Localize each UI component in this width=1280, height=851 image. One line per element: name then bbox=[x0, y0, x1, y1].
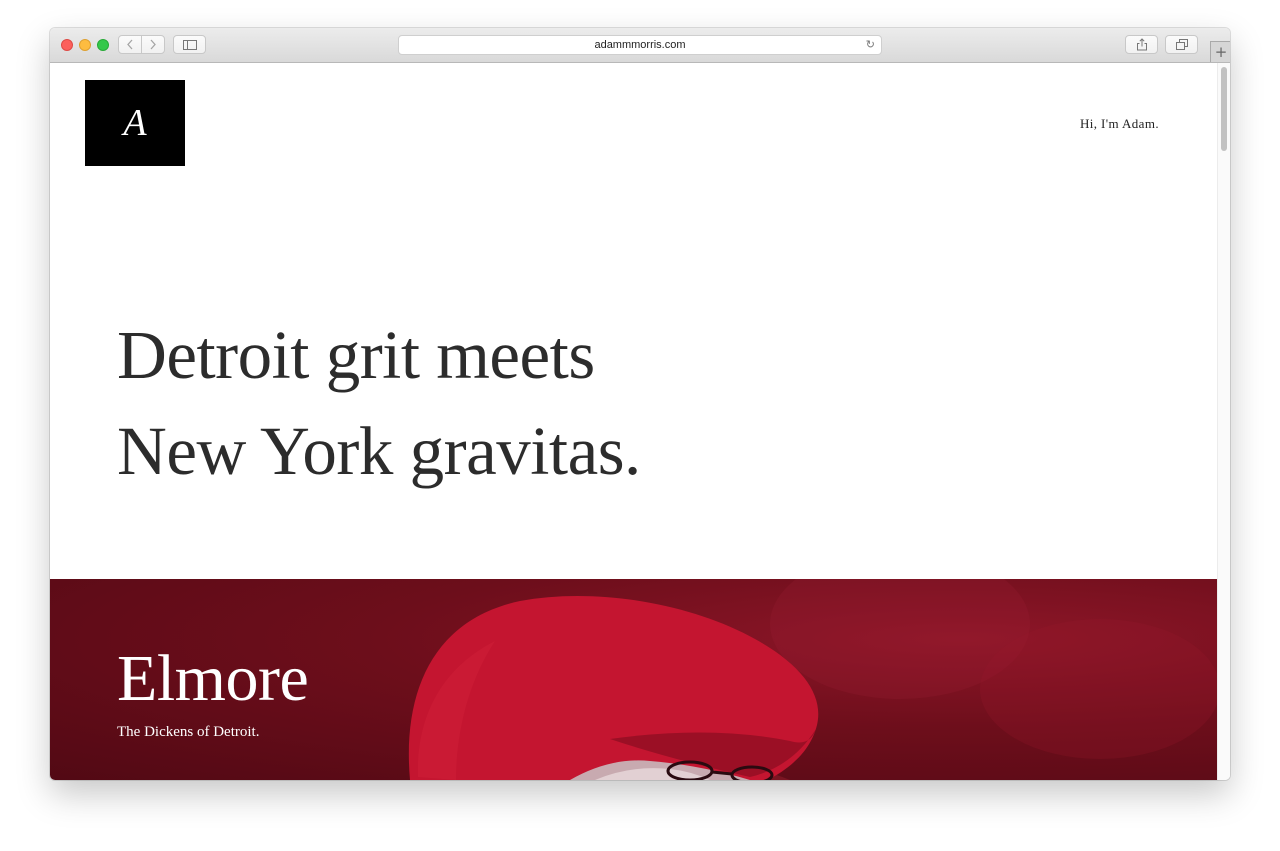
show-tabs-button[interactable] bbox=[1165, 35, 1198, 54]
sidebar-icon bbox=[182, 39, 197, 50]
feature-subtitle: The Dickens of Detroit. bbox=[117, 724, 260, 740]
vertical-scrollbar[interactable] bbox=[1217, 63, 1230, 780]
hero-heading: Detroit grit meets New York gravitas. bbox=[117, 307, 641, 499]
sidebar-toggle-button[interactable] bbox=[173, 35, 206, 54]
browser-toolbar: adammmorris.com ↻ + bbox=[50, 28, 1230, 63]
chevron-left-icon bbox=[127, 39, 133, 50]
scrollbar-thumb[interactable] bbox=[1221, 67, 1227, 151]
new-tab-button[interactable]: + bbox=[1210, 41, 1230, 62]
tabs-overview-icon bbox=[1175, 39, 1188, 50]
share-icon bbox=[1136, 38, 1147, 51]
close-window-button[interactable] bbox=[61, 39, 73, 51]
reload-icon[interactable]: ↻ bbox=[866, 39, 875, 51]
minimize-window-button[interactable] bbox=[79, 39, 91, 51]
logo-letter: A bbox=[123, 102, 147, 144]
zoom-window-button[interactable] bbox=[97, 39, 109, 51]
chevron-right-icon bbox=[150, 39, 156, 50]
forward-button[interactable] bbox=[141, 35, 165, 54]
browser-window: adammmorris.com ↻ + A Hi, I'm Adam. Detr… bbox=[50, 28, 1230, 780]
feature-title: Elmore bbox=[117, 642, 309, 715]
page-viewport: A Hi, I'm Adam. Detroit grit meets New Y… bbox=[50, 63, 1230, 780]
url-text: adammmorris.com bbox=[594, 39, 686, 51]
feature-banner-elmore[interactable]: Elmore The Dickens of Detroit. bbox=[50, 579, 1217, 780]
share-button[interactable] bbox=[1125, 35, 1158, 54]
site-logo[interactable]: A bbox=[85, 80, 185, 166]
hero-line-1: Detroit grit meets bbox=[117, 317, 595, 393]
address-bar[interactable]: adammmorris.com ↻ bbox=[398, 35, 882, 55]
about-link[interactable]: Hi, I'm Adam. bbox=[1080, 116, 1159, 132]
back-button[interactable] bbox=[118, 35, 142, 54]
hero-line-2: New York gravitas. bbox=[117, 413, 641, 489]
